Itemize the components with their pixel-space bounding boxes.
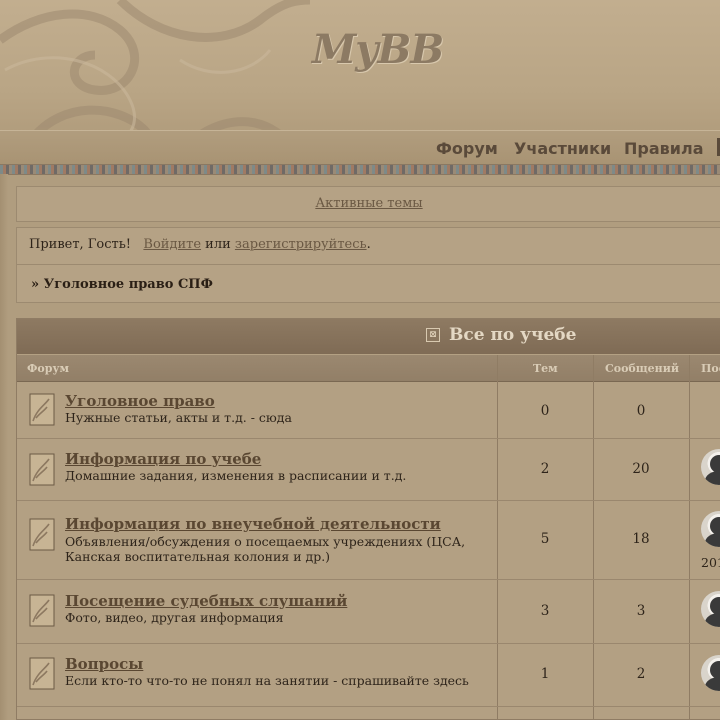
nav-forum-link[interactable]: Форум xyxy=(436,139,498,158)
category-header: ⊠ Все по учебе xyxy=(17,319,720,354)
column-forum: Форум xyxy=(27,362,70,375)
column-topics: Тем xyxy=(533,362,558,375)
topic-count: 5 xyxy=(540,531,550,547)
forum-read-icon xyxy=(29,594,55,627)
period-text: . xyxy=(366,237,371,252)
breadcrumb[interactable]: » Уголовное право СПФ xyxy=(31,277,213,292)
last-poster-avatar[interactable] xyxy=(701,511,720,547)
forum-description: Фото, видео, другая информация xyxy=(65,610,284,625)
site-logo[interactable]: MyBB xyxy=(312,26,444,73)
forum-read-icon xyxy=(29,393,55,426)
forum-row: Уголовное право Нужные статьи, акты и т.… xyxy=(17,382,720,439)
welcome-panel: Привет, Гость! Войдите или зарегистрируй… xyxy=(16,227,720,303)
forum-description: Если кто-то что-то не понял на занятии -… xyxy=(65,673,469,688)
last-poster-avatar[interactable] xyxy=(701,591,720,627)
welcome-text: Привет, Гость! Войдите или зарегистрируй… xyxy=(29,237,371,252)
forum-read-icon xyxy=(29,657,55,690)
post-count: 18 xyxy=(632,531,650,547)
last-poster-avatar[interactable] xyxy=(701,655,720,691)
forum-row: Информация по учебе Домашние задания, из… xyxy=(17,439,720,501)
forum-category-table: ⊠ Все по учебе Форум Тем Сообщений Пос У… xyxy=(16,318,720,720)
forum-title-link[interactable]: Посещение судебных слушаний xyxy=(65,592,347,610)
topic-count: 0 xyxy=(540,403,550,419)
active-topics-panel: Активные темы xyxy=(16,186,720,222)
register-link[interactable]: зарегистрируйтесь xyxy=(235,237,367,252)
forum-description: Домашние задания, изменения в расписании… xyxy=(65,468,407,483)
post-count: 20 xyxy=(632,461,650,477)
active-topics-link[interactable]: Активные темы xyxy=(17,196,720,211)
forum-description: Нужные статьи, акты и т.д. - сюда xyxy=(65,410,292,425)
forum-title-link[interactable]: Информация по учебе xyxy=(65,450,261,468)
column-posts: Сообщений xyxy=(605,362,680,375)
topic-count: 3 xyxy=(540,603,550,619)
content-edge xyxy=(0,174,8,720)
login-link[interactable]: Войдите xyxy=(143,237,201,252)
topic-count: 1 xyxy=(540,666,550,682)
forum-read-icon xyxy=(29,453,55,486)
collapse-icon[interactable]: ⊠ xyxy=(426,328,440,342)
category-title[interactable]: Все по учебе xyxy=(449,325,576,345)
divider xyxy=(17,264,720,265)
forum-description: Объявления/обсуждения о посещаемых учреж… xyxy=(65,534,466,564)
column-headers: Форум Тем Сообщений Пос xyxy=(17,355,720,382)
nav-rules-link[interactable]: Правила xyxy=(624,139,704,158)
header-divider xyxy=(0,164,720,175)
post-count: 3 xyxy=(636,603,646,619)
forum-read-icon xyxy=(29,518,55,551)
forum-title-link[interactable]: Информация по внеучебной деятельности xyxy=(65,515,441,533)
forum-row: Информация по внеучебной деятельности Об… xyxy=(17,501,720,580)
site-header: MyBB Форум Участники Правила xyxy=(0,0,720,166)
forum-title-link[interactable]: Уголовное право xyxy=(65,392,215,410)
post-count: 2 xyxy=(636,666,646,682)
last-poster-avatar[interactable] xyxy=(701,449,720,485)
or-text: или xyxy=(205,237,231,252)
top-navigation: Форум Участники Правила xyxy=(0,130,720,165)
forum-row: Вопросы Если кто-то что-то не понял на з… xyxy=(17,644,720,707)
column-last-post: Пос xyxy=(701,362,720,375)
last-post-date: 201 xyxy=(701,555,720,570)
greeting-text: Привет, Гость! xyxy=(29,237,132,252)
forum-title-link[interactable]: Вопросы xyxy=(65,655,143,673)
nav-members-link[interactable]: Участники xyxy=(514,139,611,158)
topic-count: 2 xyxy=(540,461,550,477)
post-count: 0 xyxy=(636,403,646,419)
forum-row: Посещение судебных слушаний Фото, видео,… xyxy=(17,580,720,644)
